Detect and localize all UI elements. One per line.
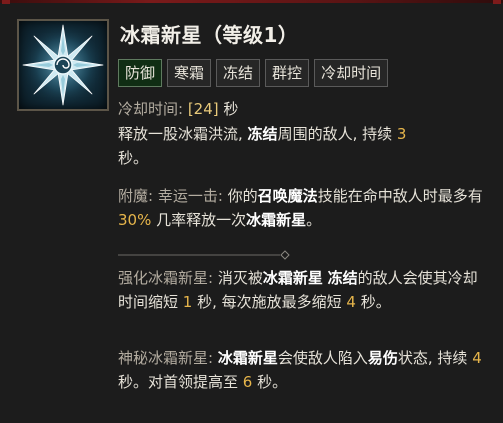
description-text: 周围的敌人, 持续	[277, 125, 397, 143]
tag-crowd-control: 群控	[265, 59, 310, 87]
keyword-summon-magic: 召唤魔法	[257, 187, 318, 205]
description-text: 秒。	[118, 149, 149, 167]
duration-value: 3	[396, 125, 407, 143]
keyword-freeze: 冻结	[247, 125, 278, 143]
cooldown-unit: 秒	[218, 100, 239, 118]
keyword-frost-nova: 冰霜新星	[262, 269, 323, 287]
upgrade-text: 会使敌人陷入	[277, 349, 368, 367]
skill-description: 释放一股冰霜洪流, 冻结周围的敌人, 持续 3 秒。	[118, 122, 488, 170]
upgrade-mystical: 神秘冰霜新星: 冰霜新星会使敌人陷入易伤状态, 持续 4 秒。对首领提高至 6 …	[118, 346, 488, 394]
border-cap-right	[493, 0, 501, 4]
vulnerable-duration-value: 4	[472, 349, 482, 367]
max-reduction-value: 4	[346, 293, 356, 311]
section-divider	[118, 250, 290, 260]
upgrade-text: 状态, 持续	[397, 349, 473, 367]
enchant-text: 你的	[227, 187, 258, 205]
keyword-freeze: 冻结	[327, 269, 358, 287]
frost-nova-snowflake-icon	[17, 19, 109, 111]
enchant-effect: 附魔: 幸运一击: 你的召唤魔法技能在命中敌人时最多有 30% 几率释放一次冰霜…	[118, 184, 488, 232]
cooldown-label: 冷却时间:	[118, 100, 188, 118]
upgrade-enhanced-label: 强化冰霜新星:	[118, 269, 218, 287]
tag-list: 防御 寒霜 冻结 群控 冷却时间	[118, 59, 389, 87]
description-text: 释放一股冰霜洪流,	[118, 125, 248, 143]
upgrade-text: 消灭被	[217, 269, 263, 287]
top-border	[0, 0, 503, 4]
enchant-text: 几率释放一次	[151, 211, 247, 229]
cooldown-reduction-value: 1	[182, 293, 193, 311]
enchant-chance: 30%	[118, 211, 152, 229]
keyword-frost-nova: 冰霜新星	[217, 349, 278, 367]
upgrade-text: 秒。对首领提高至	[118, 373, 243, 391]
keyword-frost-nova: 冰霜新星	[246, 211, 307, 229]
enchant-label: 附魔: 幸运一击:	[118, 187, 228, 205]
skill-title: 冰霜新星（等级1）	[120, 23, 299, 47]
tag-cooldown: 冷却时间	[314, 59, 389, 87]
cooldown-line: 冷却时间: [24] 秒	[118, 97, 488, 121]
enchant-text: 技能在命中敌人时最多有	[317, 187, 483, 205]
tag-frost: 寒霜	[167, 59, 212, 87]
upgrade-text: 秒。	[355, 293, 391, 311]
upgrade-mystical-label: 神秘冰霜新星:	[118, 349, 218, 367]
keyword-vulnerable: 易伤	[367, 349, 398, 367]
boss-duration-value: 6	[242, 373, 253, 391]
tag-defense: 防御	[118, 59, 163, 87]
cooldown-value: [24]	[187, 100, 219, 118]
upgrade-text: 秒, 每次施放最多缩短	[192, 293, 347, 311]
upgrade-text: 秒。	[252, 373, 288, 391]
upgrade-enhanced: 强化冰霜新星: 消灭被冰霜新星 冻结的敌人会使其冷却时间缩短 1 秒, 每次施放…	[118, 266, 488, 314]
border-cap-left	[2, 0, 10, 4]
enchant-text: 。	[306, 211, 322, 229]
skill-tooltip: 冰霜新星（等级1） 防御 寒霜 冻结 群控 冷却时间 冷却时间: [24] 秒 …	[0, 0, 503, 423]
tag-freeze: 冻结	[216, 59, 261, 87]
